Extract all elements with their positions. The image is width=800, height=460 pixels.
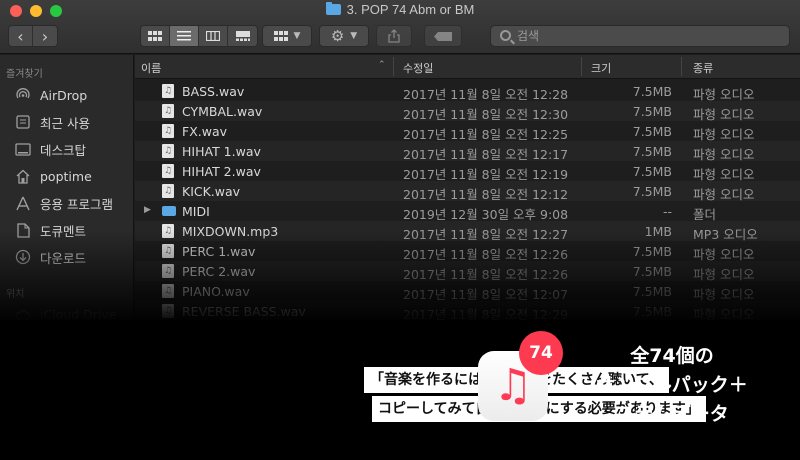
sidebar-item-home[interactable]: poptime [14,166,92,186]
file-row[interactable]: ♫ PERC 1.wav 2017년 11월 8일 오전 12:26 7.5MB… [135,241,800,262]
gallery-icon [235,31,250,41]
sidebar-item-documents[interactable]: 도큐멘트 [14,220,86,240]
column-divider[interactable] [681,57,682,76]
tag-button[interactable] [424,25,462,47]
column-headers: 이름 ⌃ 수정일 크기 종류 [135,55,800,79]
audio-file-icon: ♫ [162,104,174,118]
file-list: 이름 ⌃ 수정일 크기 종류 ♫ BASS.wav 2017년 11월 8일 오… [135,55,800,320]
audio-file-icon: ♫ [162,84,174,98]
folder-icon [162,206,176,216]
folder-icon [325,2,341,15]
column-header-kind[interactable]: 종류 [693,60,713,76]
tag-icon [434,31,452,41]
column-header-date[interactable]: 수정일 [403,60,433,76]
home-icon [14,168,32,184]
search-input[interactable] [517,27,777,45]
sidebar-item-applications[interactable]: 응용 프로그램 [14,193,113,213]
desktop-icon [14,141,32,157]
file-row[interactable]: ♫ CYMBAL.wav 2017년 11월 8일 오전 12:30 7.5MB… [135,101,800,122]
audio-file-icon: ♫ [162,144,174,158]
sidebar-item-icloud-drive[interactable]: iCloud Drive [14,304,116,320]
count-badge: 74 [519,331,563,375]
column-divider[interactable] [393,57,394,76]
documents-icon [14,222,32,238]
sidebar: 즐겨찾기 AirDrop 최근 사용 데스크탑 poptime 응용 프로그램 … [0,55,134,320]
gallery-view-button[interactable] [228,26,257,46]
grid-icon [148,31,162,41]
back-button[interactable]: ‹ [9,26,33,46]
search-field[interactable] [490,25,790,47]
sidebar-item-recents[interactable]: 최근 사용 [14,112,90,132]
finder-window: 3. POP 74 Abm or BM ‹ › ▼ ⚙ ▼ 검색 즐겨찾기 Ai… [0,0,800,320]
share-button[interactable] [376,25,412,47]
columns-icon [206,31,220,41]
window-title: 3. POP 74 Abm or BM [0,2,800,17]
audio-file-icon: ♫ [162,244,174,258]
audio-file-icon: ♫ [162,264,174,278]
view-mode-segment [140,25,258,47]
recents-icon [14,114,32,130]
icon-view-button[interactable] [141,26,170,46]
column-view-button[interactable] [199,26,228,46]
list-view-button[interactable] [170,26,199,46]
audio-file-icon: ♫ [162,184,174,198]
column-header-size[interactable]: 크기 [591,60,611,76]
share-icon [388,29,400,43]
titlebar: 3. POP 74 Abm or BM ‹ › ▼ ⚙ ▼ 검색 [0,0,800,54]
audio-file-icon: ♫ [162,304,174,318]
promo-line-2: サンプルパック＋ [596,374,748,396]
file-row[interactable]: ♫ REVERSE BASS.wav 2017년 11월 8일 오전 12:29… [135,301,800,320]
folder-row[interactable]: ▶ MIDI 2019년 12월 30일 오후 9:08 -- 폴더 [135,201,800,222]
applications-icon [14,195,32,211]
audio-file-icon: ♫ [162,224,174,238]
chevron-right-icon: › [41,26,49,46]
group-button[interactable]: ▼ [262,25,312,47]
chevron-down-icon: ▼ [293,31,301,41]
file-row[interactable]: ♫ HIHAT 1.wav 2017년 11월 8일 오전 12:17 7.5M… [135,141,800,162]
file-row[interactable]: ♫ HIHAT 2.wav 2017년 11월 8일 오전 12:19 7.5M… [135,161,800,182]
sidebar-item-desktop[interactable]: 데스크탑 [14,139,86,159]
audio-file-icon: ♫ [162,164,174,178]
column-divider[interactable] [581,57,582,76]
promo-line-3: ステムデータ [615,403,729,425]
file-row[interactable]: ♫ MIXDOWN.mp3 2017년 11월 8일 오전 12:27 1MB … [135,221,800,242]
sidebar-favorites-header: 즐겨찾기 [6,69,43,80]
disclosure-triangle-icon[interactable]: ▶ [144,205,151,215]
airdrop-icon [14,87,32,103]
gear-icon: ⚙ [330,27,345,45]
chevron-up-icon: ⌃ [378,60,386,70]
audio-file-icon: ♫ [162,284,174,298]
file-row[interactable]: ♫ BASS.wav 2017년 11월 8일 오전 12:28 7.5MB 파… [135,81,800,102]
downloads-icon [14,249,32,265]
forward-button[interactable]: › [33,26,57,46]
column-header-name[interactable]: 이름 [141,60,161,76]
file-row[interactable]: ♫ KICK.wav 2017년 11월 8일 오전 12:12 7.5MB 파… [135,181,800,202]
sidebar-item-downloads[interactable]: 다운로드 [14,247,86,267]
chevron-left-icon: ‹ [17,26,24,46]
chevron-down-icon: ▼ [350,31,358,41]
nav-buttons: ‹ › [8,25,58,47]
file-row[interactable]: ♫ FX.wav 2017년 11월 8일 오전 12:25 7.5MB 파형 … [135,121,800,142]
sidebar-item-airdrop[interactable]: AirDrop [14,85,87,105]
sidebar-locations-header: 위치 [6,289,25,300]
promo-line-1: 全74個の [630,345,714,367]
audio-file-icon: ♫ [162,124,174,138]
cloud-icon [14,306,32,320]
search-icon [500,30,511,41]
group-grid-icon [273,31,288,41]
file-row[interactable]: ♫ PERC 2.wav 2017년 11월 8일 오전 12:26 7.5MB… [135,261,800,282]
list-icon [177,31,191,41]
file-row[interactable]: ♫ PIANO.wav 2017년 11월 8일 오전 12:07 7.5MB … [135,281,800,302]
action-button[interactable]: ⚙ ▼ [319,25,369,47]
